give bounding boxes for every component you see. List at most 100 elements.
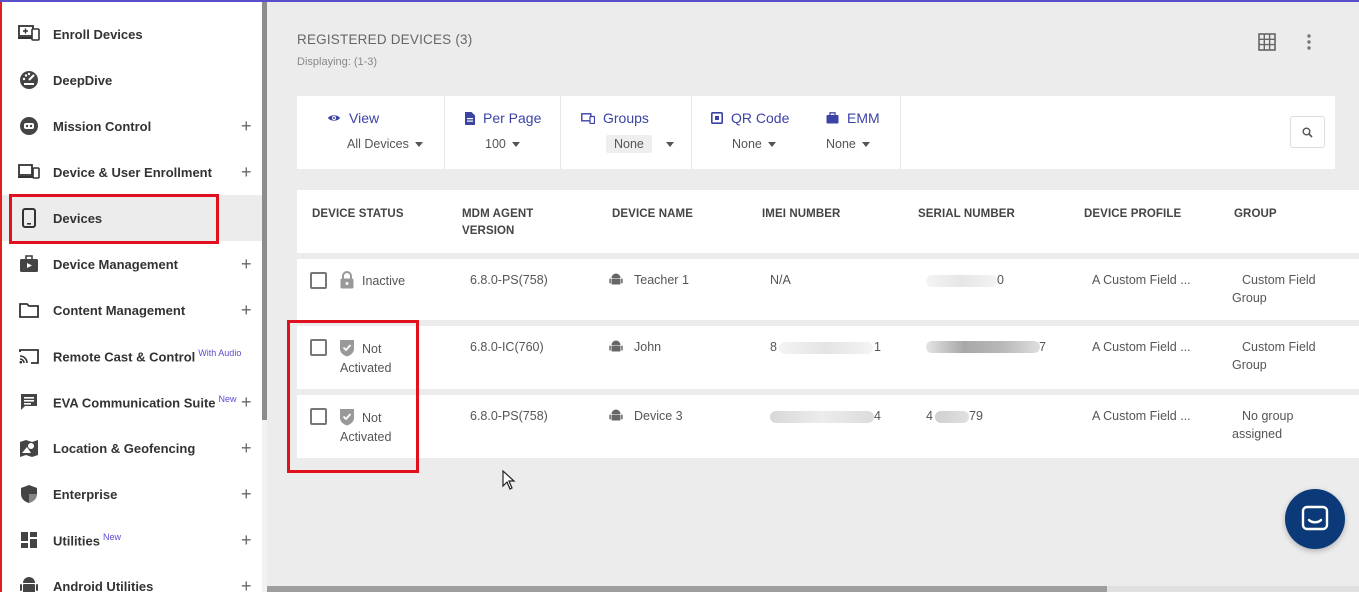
caret-down-icon (861, 141, 870, 147)
sidebar-item-label: Content Management (53, 302, 186, 318)
per-page-dropdown[interactable]: 100 (485, 137, 520, 151)
top-accent-line (0, 0, 1359, 2)
sidebar-item-utilities[interactable]: Utilities New + (2, 517, 264, 563)
sidebar-item-label: Device & User Enrollment (53, 164, 212, 180)
displaying-count: Displaying: (1-3) (297, 56, 378, 68)
speedometer-icon (18, 69, 40, 91)
column-mdm-agent-version[interactable]: MDM AGENT VERSION (462, 206, 533, 240)
table-row[interactable]: Not Activated 6.8.0-IC(760) John 8 1 7 A… (297, 326, 1359, 389)
folder-icon (18, 299, 40, 321)
android-icon (18, 575, 40, 592)
sidebar-item-eva-communication[interactable]: EVA Communication Suite New + (2, 379, 264, 425)
redacted-serial (935, 411, 969, 423)
caret-down-icon (511, 141, 520, 147)
sidebar-item-deepdive[interactable]: DeepDive (2, 57, 264, 103)
device-group-line2: assigned (1232, 427, 1283, 441)
expand-plus-icon[interactable]: + (241, 300, 252, 321)
sidebar-item-enroll-devices[interactable]: Enroll Devices (2, 11, 264, 57)
table-row[interactable]: Not Activated 6.8.0-PS(758) Device 3 4 4… (297, 395, 1359, 458)
redacted-serial (926, 275, 998, 287)
qr-code-icon (711, 112, 723, 124)
sidebar-item-label: Android Utilities (53, 578, 154, 592)
support-chat-button[interactable] (1285, 489, 1345, 549)
redacted-imei (779, 342, 873, 354)
expand-plus-icon[interactable]: + (241, 392, 252, 413)
sidebar-item-device-management[interactable]: Device Management + (2, 241, 264, 287)
column-device-profile[interactable]: DEVICE PROFILE (1084, 206, 1181, 223)
sidebar-item-location-geofencing[interactable]: Location & Geofencing + (2, 425, 264, 471)
sidebar-item-device-user-enrollment[interactable]: Device & User Enrollment + (2, 149, 264, 195)
device-group-line2: Group (1232, 358, 1267, 372)
expand-plus-icon[interactable]: + (241, 254, 252, 275)
device-name[interactable]: Teacher 1 (634, 271, 689, 289)
expand-plus-icon[interactable]: + (241, 162, 252, 183)
sidebar-item-label: Device Management (53, 256, 178, 272)
expand-plus-icon[interactable]: + (241, 438, 252, 459)
devices-highlight-box (9, 194, 219, 244)
sidebar-item-label: Location & Geofencing (53, 440, 196, 456)
view-dropdown[interactable]: All Devices (347, 137, 423, 151)
with-audio-badge: With Audio (198, 347, 242, 358)
qr-code-dropdown[interactable]: None (732, 137, 776, 151)
shield-icon (18, 483, 40, 505)
android-icon (609, 340, 623, 354)
serial-number-start: 4 (926, 409, 933, 423)
table-row[interactable]: Inactive 6.8.0-PS(758) Teacher 1 N/A 0 A… (297, 259, 1359, 320)
device-group-line2: Group (1232, 291, 1267, 305)
device-name[interactable]: Device 3 (634, 407, 683, 425)
grid-view-icon[interactable] (1258, 33, 1276, 51)
qr-code-label: QR Code (731, 110, 790, 126)
redacted-serial (926, 341, 1040, 353)
mdm-version: 6.8.0-PS(758) (470, 273, 548, 287)
android-icon (609, 273, 623, 287)
per-page-label: Per Page (483, 110, 542, 126)
sidebar-item-label: Enroll Devices (53, 26, 143, 42)
imei-number-start: 8 (770, 340, 777, 354)
device-name[interactable]: John (634, 338, 661, 356)
caret-down-icon (414, 141, 423, 147)
sidebar-item-mission-control[interactable]: Mission Control + (2, 103, 264, 149)
enroll-devices-icon (18, 23, 40, 45)
expand-plus-icon[interactable]: + (241, 484, 252, 505)
search-icon (1302, 127, 1313, 138)
sidebar-item-content-management[interactable]: Content Management + (2, 287, 264, 333)
new-badge: New (102, 531, 121, 542)
search-button[interactable] (1290, 116, 1325, 148)
caret-down-icon (767, 141, 776, 147)
horizontal-scrollbar[interactable] (267, 586, 1107, 592)
lock-icon (339, 271, 355, 289)
groups-dropdown[interactable]: None (606, 135, 674, 153)
mouse-cursor-icon (502, 469, 516, 490)
per-page-filter[interactable]: Per Page 100 (445, 96, 561, 169)
column-serial-number[interactable]: SERIAL NUMBER (918, 206, 1015, 223)
column-imei-number[interactable]: IMEI NUMBER (762, 206, 840, 223)
sidebar-item-remote-cast[interactable]: Remote Cast & Control With Audio (2, 333, 264, 379)
sidebar-item-label: DeepDive (53, 72, 113, 88)
expand-plus-icon[interactable]: + (241, 116, 252, 137)
sidebar-item-android-utilities[interactable]: Android Utilities + (2, 563, 264, 592)
groups-filter[interactable]: Groups None (561, 96, 692, 169)
sidebar: Enroll Devices DeepDive Mission Control … (0, 0, 264, 592)
page-title: REGISTERED DEVICES (3) (297, 32, 473, 47)
row-checkbox[interactable] (310, 272, 327, 289)
more-options-icon[interactable] (1305, 33, 1313, 51)
emm-filter[interactable]: EMM None (809, 96, 901, 169)
column-device-status[interactable]: DEVICE STATUS (312, 206, 404, 223)
device-user-icon (18, 161, 40, 183)
briefcase-icon (826, 112, 839, 124)
device-profile: A Custom Field ... (1092, 409, 1191, 423)
view-filter[interactable]: View All Devices (297, 96, 445, 169)
emm-dropdown[interactable]: None (826, 137, 870, 151)
device-profile: A Custom Field ... (1092, 273, 1191, 287)
column-group[interactable]: GROUP (1234, 206, 1277, 223)
device-group: Custom Field (1242, 273, 1316, 287)
expand-plus-icon[interactable]: + (241, 576, 252, 592)
emm-label: EMM (847, 110, 880, 126)
sidebar-scrollbar[interactable] (262, 0, 267, 420)
sidebar-item-label: Enterprise (53, 486, 118, 502)
device-group: Custom Field (1242, 340, 1316, 354)
briefcase-icon (18, 253, 40, 275)
sidebar-item-enterprise[interactable]: Enterprise + (2, 471, 264, 517)
column-device-name[interactable]: DEVICE NAME (612, 206, 693, 223)
expand-plus-icon[interactable]: + (241, 530, 252, 551)
